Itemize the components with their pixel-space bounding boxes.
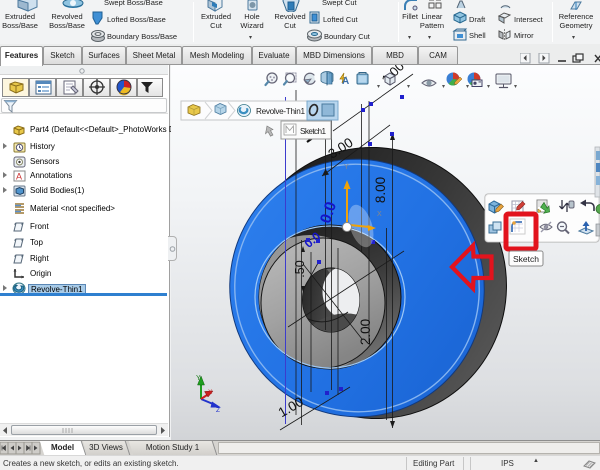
svg-text:Y: Y (196, 375, 201, 382)
svg-text:A: A (342, 76, 349, 87)
svg-text:▾: ▾ (442, 84, 445, 90)
svg-text:▾: ▾ (407, 84, 410, 90)
svg-text:▾: ▾ (466, 84, 469, 90)
svg-text:Sketch1: Sketch1 (300, 127, 326, 136)
svg-text:.50: .50 (293, 260, 307, 277)
svg-text:Sketch: Sketch (513, 254, 539, 264)
svg-text:X: X (377, 211, 382, 218)
svg-text:X: X (208, 389, 213, 396)
svg-text:Z: Z (216, 407, 220, 414)
svg-text:Revolve-Thin1: Revolve-Thin1 (256, 107, 305, 116)
svg-text:8.00: 8.00 (373, 177, 388, 203)
svg-text:▾: ▾ (487, 84, 490, 90)
svg-text:Y: Y (344, 164, 349, 171)
svg-text:▾: ▾ (514, 84, 517, 90)
svg-text:A: A (16, 172, 22, 182)
svg-text:▾: ▾ (377, 84, 380, 90)
svg-text:2.00: 2.00 (358, 319, 373, 345)
